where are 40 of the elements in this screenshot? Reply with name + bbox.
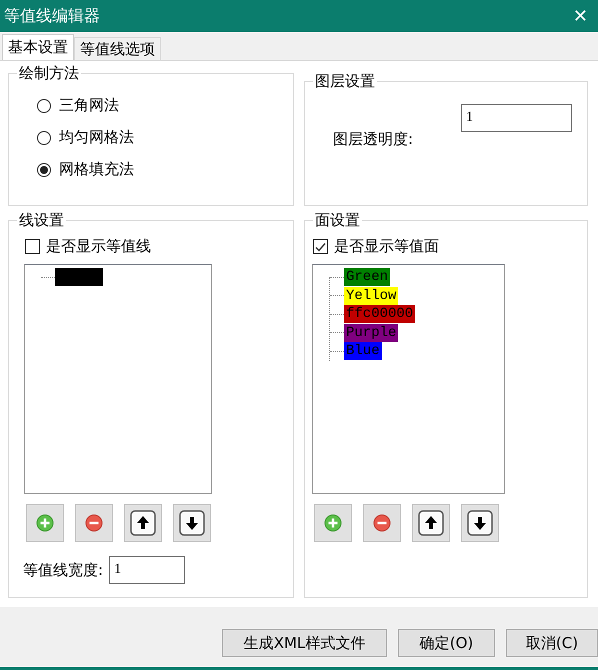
close-button[interactable]: ✕	[572, 6, 588, 26]
opacity-field[interactable]: 1	[461, 104, 572, 132]
radio-button[interactable]	[37, 130, 51, 144]
group-title: 面设置	[313, 210, 362, 230]
dialog-button[interactable]: 取消(C)	[506, 629, 598, 657]
group-title: 绘制方法	[17, 63, 81, 83]
add-icon	[324, 514, 342, 532]
color-swatch[interactable]	[55, 268, 103, 286]
radio-button[interactable]	[37, 98, 51, 112]
add-button[interactable]	[314, 504, 352, 542]
checkbox[interactable]	[313, 239, 328, 254]
group-title: 线设置	[17, 210, 66, 230]
radio-button[interactable]	[37, 162, 51, 176]
radio-label[interactable]: 三角网法	[59, 96, 119, 115]
remove-button[interactable]	[75, 504, 113, 542]
group-title: 图层设置	[313, 71, 377, 91]
tab[interactable]: 等值线选项	[74, 37, 161, 60]
add-icon	[36, 514, 54, 532]
color-item[interactable]: Yellow	[344, 286, 398, 305]
dialog-button[interactable]: 生成XML样式文件	[222, 629, 387, 657]
move-down-button[interactable]	[461, 504, 499, 542]
color-item[interactable]: Green	[344, 268, 390, 286]
checkbox-label[interactable]: 是否显示等值线	[46, 237, 151, 256]
radio-label[interactable]: 均匀网格法	[59, 128, 134, 147]
remove-icon	[373, 514, 391, 532]
checkbox[interactable]	[25, 239, 40, 254]
move-down-button[interactable]	[173, 504, 211, 542]
move-up-button[interactable]	[412, 504, 450, 542]
window-title: 等值线编辑器	[4, 6, 100, 26]
remove-button[interactable]	[363, 504, 401, 542]
width-label: 等值线宽度:	[23, 560, 104, 580]
move-up-button[interactable]	[124, 504, 162, 542]
dialog-button[interactable]: 确定(O)	[398, 629, 495, 657]
radio-label[interactable]: 网格填充法	[59, 160, 134, 179]
checkbox-label[interactable]: 是否显示等值面	[334, 237, 439, 256]
width-field[interactable]: 1	[109, 556, 186, 584]
tab[interactable]: 基本设置	[2, 34, 74, 60]
add-button[interactable]	[26, 504, 64, 542]
opacity-label: 图层透明度:	[333, 130, 414, 149]
remove-icon	[85, 514, 103, 532]
